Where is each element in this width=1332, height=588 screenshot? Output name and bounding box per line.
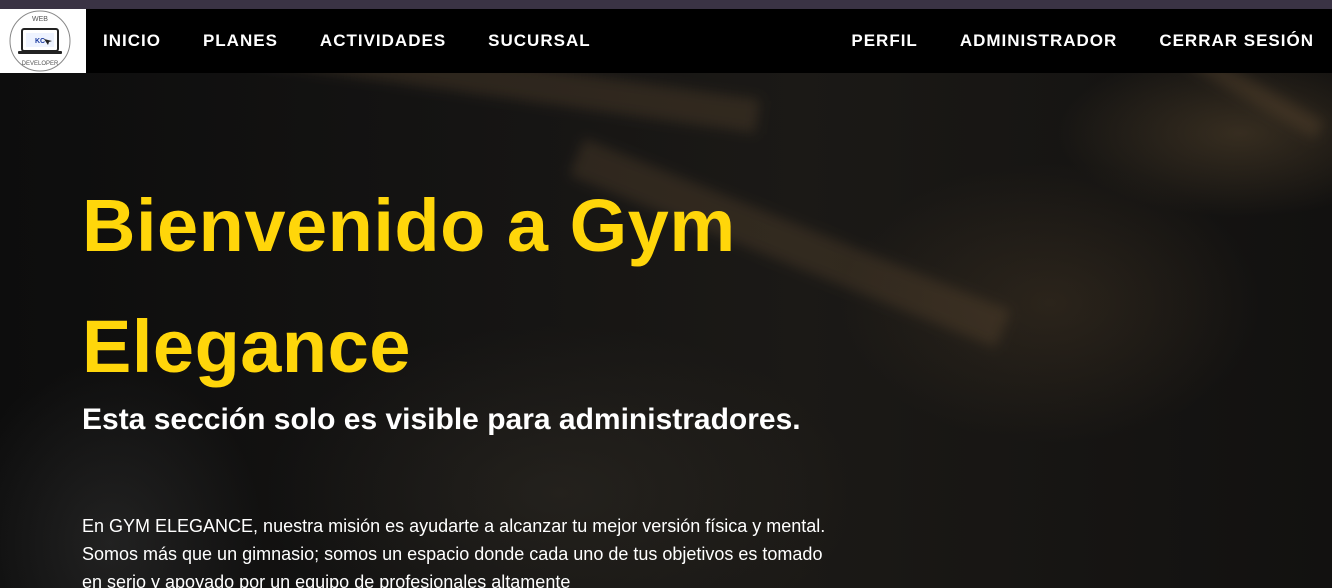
laptop-logo-icon: WEB KC DEVELOPER — [9, 10, 71, 72]
nav-link-sucursal[interactable]: SUCURSAL — [488, 31, 590, 51]
hero-section: Bienvenido a Gym Elegance Esta sección s… — [0, 73, 1332, 588]
hero-background-beam — [1185, 73, 1325, 140]
nav-link-actividades[interactable]: ACTIVIDADES — [320, 31, 446, 51]
logo-bottom-text: DEVELOPER — [22, 61, 59, 67]
browser-top-strip — [0, 0, 1332, 9]
nav-link-inicio[interactable]: INICIO — [103, 31, 161, 51]
hero-background-beam — [240, 73, 760, 134]
nav-right-links: PERFIL ADMINISTRADOR CERRAR SESIÓN — [809, 9, 1314, 73]
logo-screen-text: KC — [35, 38, 45, 45]
nav-link-cerrar-sesion[interactable]: CERRAR SESIÓN — [1159, 31, 1314, 51]
logo-top-text: WEB — [32, 16, 48, 23]
hero-paragraph: En GYM ELEGANCE, nuestra misión es ayuda… — [82, 516, 826, 588]
nav-link-planes[interactable]: PLANES — [203, 31, 278, 51]
logo[interactable]: WEB KC DEVELOPER — [0, 9, 86, 73]
nav-link-perfil[interactable]: PERFIL — [851, 31, 917, 51]
navbar: WEB KC DEVELOPER INICIO PLANES ACTIVIDAD… — [0, 9, 1332, 73]
nav-left-links: INICIO PLANES ACTIVIDADES SUCURSAL — [103, 9, 633, 73]
hero-subtitle: Esta sección solo es visible para admini… — [82, 403, 801, 436]
nav-link-administrador[interactable]: ADMINISTRADOR — [960, 31, 1118, 51]
hero-title: Bienvenido a Gym Elegance — [82, 184, 736, 388]
